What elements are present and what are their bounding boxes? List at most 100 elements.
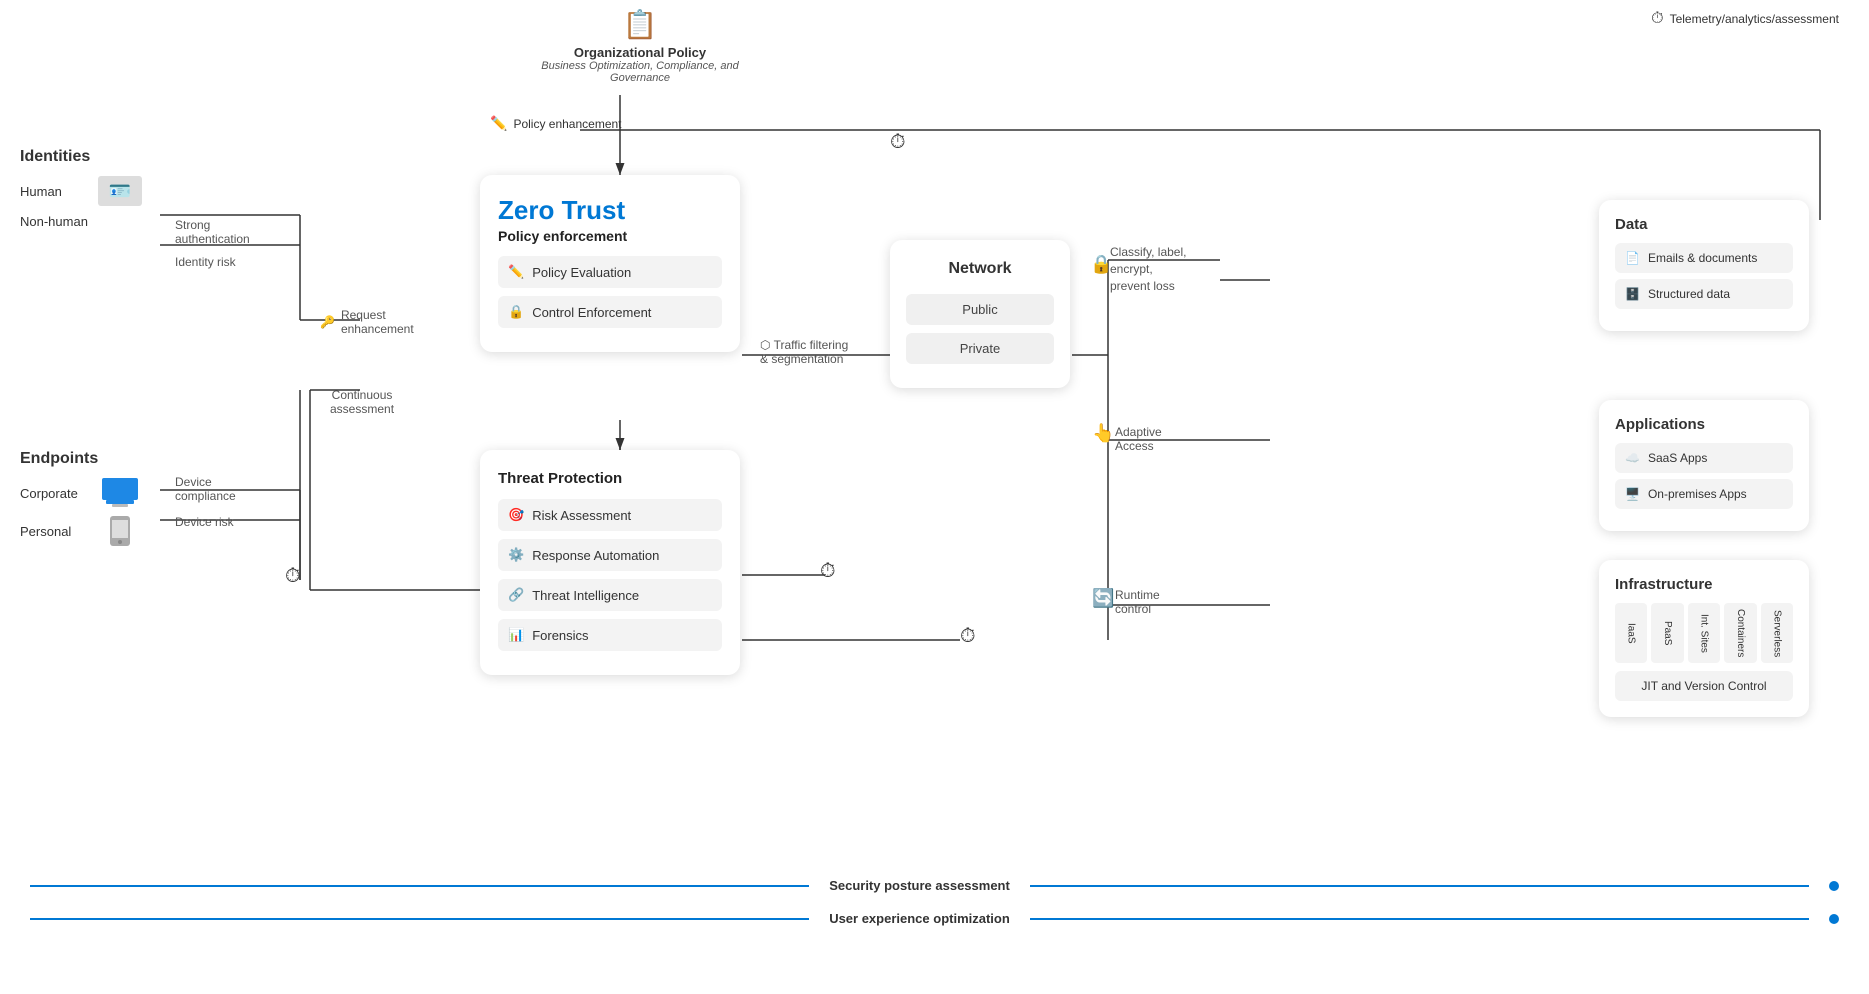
fingerprint-icon: 👆 xyxy=(1092,423,1114,444)
cycle-icon: 🔄 xyxy=(1092,588,1114,609)
diagram-container: ⏱ Telemetry/analytics/assessment 📋 Organ… xyxy=(0,0,1869,994)
speedo-endpoint: ⏱ xyxy=(285,565,301,588)
edit-icon: ✏️ xyxy=(490,115,507,132)
forensics-label: Forensics xyxy=(532,628,588,643)
security-posture-line-left xyxy=(30,885,809,887)
user-experience-label: User experience optimization xyxy=(829,911,1010,926)
iaas-col: IaaS xyxy=(1615,603,1647,663)
personal-endpoint-row: Personal xyxy=(20,516,142,546)
network-public: Public xyxy=(906,294,1054,325)
saas-apps-label: SaaS Apps xyxy=(1648,451,1707,465)
control-enforcement-item: 🔒 Control Enforcement xyxy=(498,296,722,328)
network-private: Private xyxy=(906,333,1054,364)
applications-box: Applications ☁️ SaaS Apps 🖥️ On-premises… xyxy=(1599,400,1809,531)
db-icon: 🗄️ xyxy=(1625,287,1640,301)
threat-protection-title: Threat Protection xyxy=(498,470,722,487)
threat-intel-icon: 🔗 xyxy=(508,587,524,603)
personal-label: Personal xyxy=(20,524,90,539)
speedo-forensics: ⏱ xyxy=(960,625,976,648)
forensics-icon: 📊 xyxy=(508,627,524,643)
saas-apps-item: ☁️ SaaS Apps xyxy=(1615,443,1793,473)
human-identity-row: Human 🪪 xyxy=(20,176,142,206)
non-human-identity-row: Non-human xyxy=(20,214,142,229)
monitor-icon: 🖥️ xyxy=(1625,487,1640,501)
threat-intelligence-item: 🔗 Threat Intelligence xyxy=(498,579,722,611)
apps-title: Applications xyxy=(1615,416,1793,433)
classify-label: Classify, label, encrypt, prevent loss xyxy=(1110,244,1220,294)
response-automation-icon: ⚙️ xyxy=(508,547,524,563)
user-exp-line-right xyxy=(1030,918,1809,920)
infrastructure-box: Infrastructure IaaS PaaS Int. Sites Cont… xyxy=(1599,560,1809,717)
key-icon: 🔑 xyxy=(320,315,335,329)
security-posture-line-right xyxy=(1030,885,1809,887)
data-title: Data xyxy=(1615,216,1793,233)
threat-protection-box: Threat Protection 🎯 Risk Assessment ⚙️ R… xyxy=(480,450,740,675)
paas-col: PaaS xyxy=(1651,603,1683,663)
policy-evaluation-item: ✏️ Policy Evaluation xyxy=(498,256,722,288)
user-experience-row: User experience optimization xyxy=(0,911,1869,926)
identity-risk-label: Identity risk xyxy=(175,255,236,269)
speedo-response: ⏱ xyxy=(820,560,836,583)
forensics-item: 📊 Forensics xyxy=(498,619,722,651)
control-enforcement-label: Control Enforcement xyxy=(532,305,651,320)
emails-docs-item: 📄 Emails & documents xyxy=(1615,243,1793,273)
policy-enhancement-label: Policy enhancement xyxy=(513,117,621,131)
policy-enhancement: ✏️ Policy enhancement xyxy=(490,115,622,132)
org-policy-subtitle: Business Optimization, Compliance, and G… xyxy=(540,60,740,84)
network-title: Network xyxy=(906,260,1054,278)
structured-data-label: Structured data xyxy=(1648,287,1730,301)
user-exp-line-left xyxy=(30,918,809,920)
org-policy-icon: 📋 xyxy=(540,8,740,41)
infra-title: Infrastructure xyxy=(1615,576,1793,593)
network-box: Network Public Private xyxy=(890,240,1070,388)
serverless-col: Serverless xyxy=(1761,603,1793,663)
corporate-label: Corporate xyxy=(20,486,90,501)
on-prem-label: On-premises Apps xyxy=(1648,487,1747,501)
share-icon: ⬡ xyxy=(760,338,774,352)
zero-trust-box: Zero Trust Policy enforcement ✏️ Policy … xyxy=(480,175,740,352)
endpoints-title: Endpoints xyxy=(20,450,142,468)
traffic-filter-label: ⬡ Traffic filtering & segmentation xyxy=(760,338,848,366)
endpoints-section: Endpoints Corporate Personal xyxy=(20,450,142,554)
speedo-policy: ⏱ xyxy=(890,131,906,154)
continuous-assessment-label: Continuous assessment xyxy=(330,388,394,416)
user-exp-dot xyxy=(1829,914,1839,924)
response-automation-item: ⚙️ Response Automation xyxy=(498,539,722,571)
response-automation-label: Response Automation xyxy=(532,548,659,563)
human-label: Human xyxy=(20,184,90,199)
security-posture-label: Security posture assessment xyxy=(829,878,1010,893)
identities-section: Identities Human 🪪 Non-human xyxy=(20,148,142,237)
infra-columns: IaaS PaaS Int. Sites Containers Serverle… xyxy=(1615,603,1793,663)
telemetry-label: ⏱ Telemetry/analytics/assessment xyxy=(1651,10,1839,28)
bottom-section: Security posture assessment User experie… xyxy=(0,878,1869,944)
runtime-control-label: Runtime control xyxy=(1115,588,1160,616)
threat-intel-label: Threat Intelligence xyxy=(532,588,639,603)
org-policy: 📋 Organizational Policy Business Optimiz… xyxy=(540,8,740,84)
telemetry-icon: ⏱ xyxy=(1651,10,1663,28)
policy-enforcement-label: Policy enforcement xyxy=(498,228,722,244)
strong-auth-label: Strong authentication xyxy=(175,218,250,246)
connection-lines xyxy=(0,0,1869,994)
emails-docs-label: Emails & documents xyxy=(1648,251,1757,265)
data-box: Data 📄 Emails & documents 🗄️ Structured … xyxy=(1599,200,1809,331)
docs-icon: 📄 xyxy=(1625,251,1640,265)
org-policy-title: Organizational Policy xyxy=(540,45,740,60)
corporate-endpoint-row: Corporate xyxy=(20,478,142,508)
identities-title: Identities xyxy=(20,148,142,166)
jit-bar: JIT and Version Control xyxy=(1615,671,1793,701)
on-prem-apps-item: 🖥️ On-premises Apps xyxy=(1615,479,1793,509)
structured-data-item: 🗄️ Structured data xyxy=(1615,279,1793,309)
security-posture-dot xyxy=(1829,881,1839,891)
policy-eval-label: Policy Evaluation xyxy=(532,265,631,280)
corporate-device-icon xyxy=(98,478,142,508)
containers-col: Containers xyxy=(1724,603,1756,663)
device-risk-label: Device risk xyxy=(175,515,234,529)
int-sites-col: Int. Sites xyxy=(1688,603,1720,663)
adaptive-access-label: Adaptive Access xyxy=(1115,425,1162,453)
zero-trust-title: Zero Trust xyxy=(498,195,722,226)
risk-assessment-label: Risk Assessment xyxy=(532,508,631,523)
non-human-label: Non-human xyxy=(20,214,90,229)
request-enhancement-label: 🔑 Request enhancement xyxy=(320,308,414,336)
risk-assessment-item: 🎯 Risk Assessment xyxy=(498,499,722,531)
risk-assessment-icon: 🎯 xyxy=(508,507,524,523)
